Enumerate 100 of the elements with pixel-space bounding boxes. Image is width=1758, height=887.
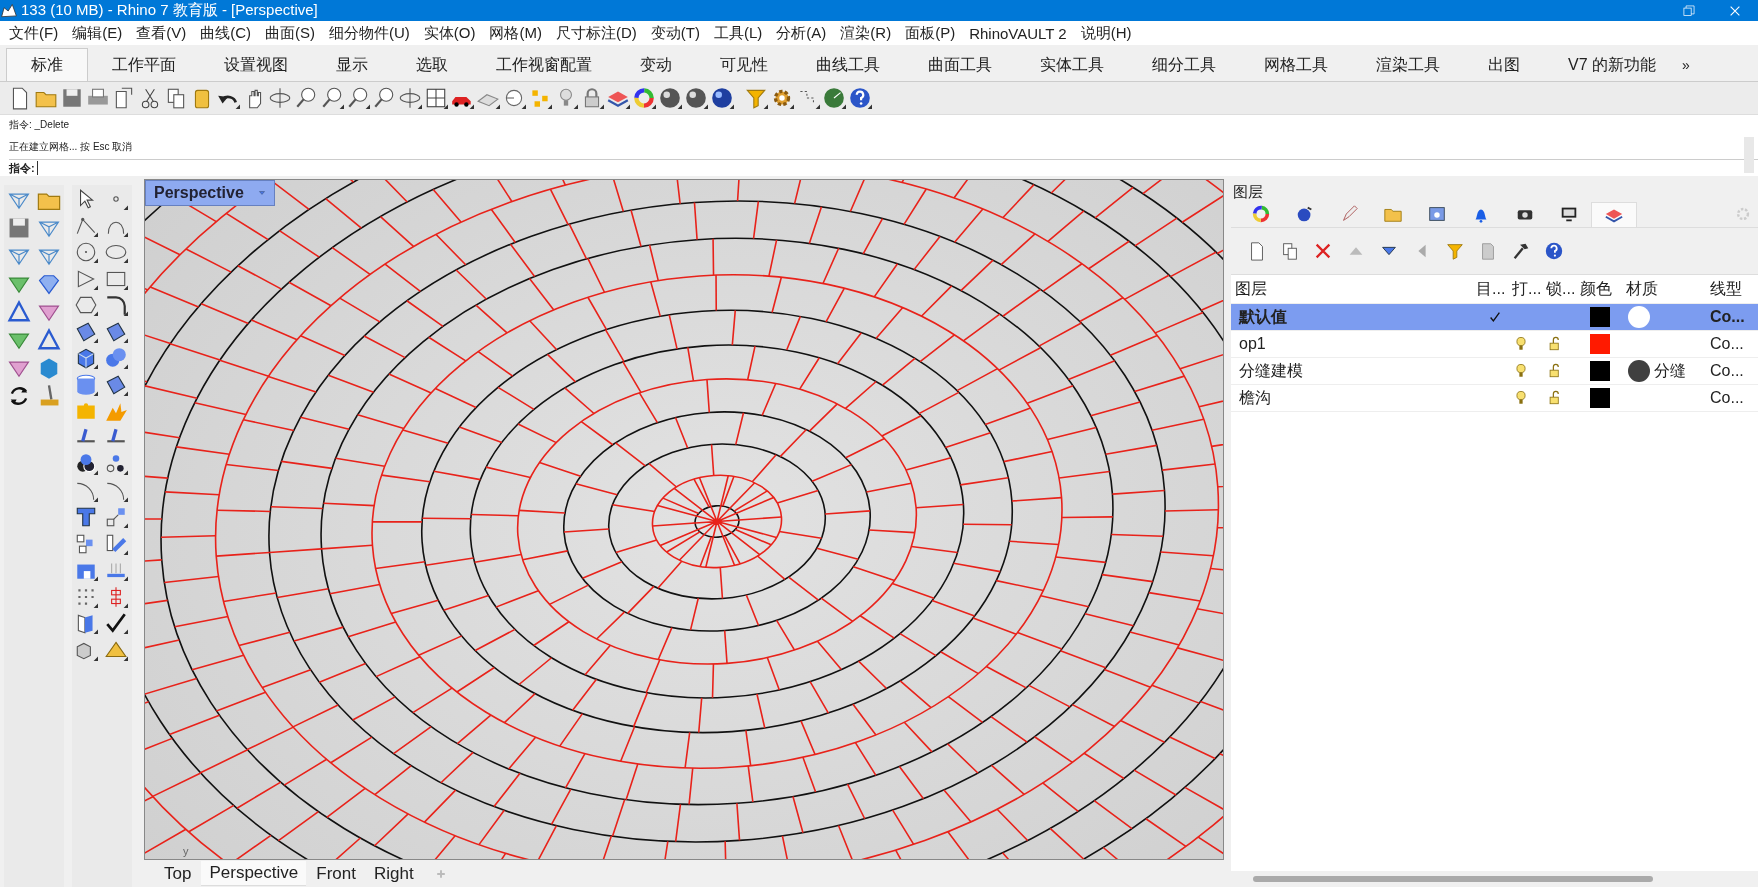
panel-title: 图层 [1232, 182, 1264, 201]
ribbon-tab[interactable]: 变动 [616, 49, 696, 81]
viewport[interactable]: Perspective y [144, 179, 1224, 860]
ribbon-tab[interactable]: 渲染工具 [1352, 49, 1464, 81]
copy-icon[interactable] [1280, 241, 1300, 261]
viewport-tab[interactable]: Top [156, 861, 200, 886]
zoom-icon[interactable] [294, 86, 318, 110]
menu-item[interactable]: 实体(O) [416, 23, 483, 43]
menu-item[interactable]: 细分物件(U) [322, 23, 417, 43]
viewport-tab[interactable]: Front [308, 861, 364, 886]
overflow-button[interactable]: » [1680, 49, 1690, 81]
scrollbar-thumb[interactable] [1253, 876, 1653, 882]
menu-item[interactable]: 变动(T) [643, 23, 707, 43]
menu-item[interactable]: 曲面(S) [258, 23, 322, 43]
points-icon[interactable] [104, 452, 128, 476]
column-header[interactable]: 颜色 [1576, 278, 1622, 300]
filter-icon[interactable] [1445, 241, 1465, 261]
app-logo-icon [0, 1, 18, 20]
linetype: Co... [1709, 335, 1745, 353]
fillet-icon[interactable] [104, 293, 128, 317]
ribbon-tab[interactable]: 工作视窗配置 [472, 49, 616, 81]
circle-icon[interactable] [74, 240, 98, 264]
zoom-selected-icon[interactable] [372, 86, 396, 110]
layer-row[interactable]: op1 Co... [1231, 331, 1758, 358]
menu-item[interactable]: 工具(L) [706, 23, 770, 43]
help-icon[interactable] [1544, 241, 1564, 261]
column-header[interactable]: 打... [1508, 278, 1542, 300]
layer-name: 默认值 [1237, 306, 1288, 327]
rotate-camera-icon[interactable] [398, 86, 422, 110]
layer-name: op1 [1238, 335, 1267, 353]
cylinder-icon[interactable] [74, 372, 98, 397]
ribbon-tab[interactable]: 网格工具 [1240, 49, 1352, 81]
ribbon-tab[interactable]: 细分工具 [1128, 49, 1240, 81]
material-swatch[interactable] [1628, 360, 1650, 382]
layer-name: 分缝建模 [1238, 360, 1304, 381]
ribbon-tab[interactable]: 出图 [1464, 49, 1544, 81]
material-name: 分缝 [1654, 360, 1686, 381]
menu-item[interactable]: 渲染(R) [833, 23, 899, 43]
layer-row[interactable]: 檐沟 Co... [1231, 385, 1758, 412]
ribbon-tab[interactable]: 可见性 [696, 49, 792, 81]
linetype: Co... [1709, 389, 1745, 407]
menu-item[interactable]: 查看(V) [129, 23, 194, 43]
ribbon-tab[interactable]: 曲面工具 [904, 49, 1016, 81]
command-history-line: 指令: _Delete [9, 118, 71, 132]
column-header[interactable]: 材质 [1622, 278, 1706, 300]
menu-item[interactable]: 分析(A) [769, 23, 834, 43]
menu-item[interactable]: 说明(H) [1073, 23, 1139, 43]
color-wheel-icon[interactable] [632, 86, 656, 110]
ribbon-tab[interactable]: 选取 [392, 49, 472, 81]
menu-item[interactable]: 曲线(C) [193, 23, 258, 43]
check-icon[interactable] [104, 611, 128, 635]
sphere-icon[interactable] [684, 86, 708, 110]
hammer-icon[interactable] [1511, 241, 1531, 261]
viewport-title[interactable]: Perspective [145, 180, 275, 206]
menu-item[interactable]: 文件(F) [2, 23, 66, 43]
layer-row[interactable]: 默认值 Co... [1231, 304, 1758, 331]
menu-item[interactable]: 网格(M) [482, 23, 549, 43]
linetype: Co... [1709, 308, 1746, 326]
column-header[interactable]: 锁... [1542, 278, 1576, 300]
color-swatch[interactable] [1590, 361, 1610, 381]
color-swatch[interactable] [1590, 388, 1610, 408]
menu-item[interactable]: RhinoVAULT 2 [962, 24, 1074, 42]
zoom-extents-icon[interactable] [346, 86, 370, 110]
ribbon-tab[interactable]: 显示 [312, 49, 392, 81]
viewport-tab[interactable]: Perspective [201, 861, 307, 886]
ribbon-tab[interactable]: 工作平面 [88, 49, 200, 81]
scale-icon[interactable] [104, 505, 128, 529]
globe-icon[interactable] [822, 86, 846, 110]
axis-label: y [183, 845, 189, 857]
color-swatch[interactable] [1590, 307, 1610, 327]
viewport-grid-icon[interactable] [424, 86, 448, 110]
layer-row[interactable]: 分缝建模 分缝 Co... [1231, 358, 1758, 385]
ribbon-tab[interactable]: 设置视图 [200, 49, 312, 81]
menu-item[interactable]: 面板(P) [898, 23, 963, 43]
ribbon-tab[interactable]: 实体工具 [1016, 49, 1128, 81]
delete-icon[interactable] [1313, 241, 1333, 261]
column-header[interactable]: 线型 [1706, 278, 1758, 300]
ribbon-tab[interactable]: 曲线工具 [792, 49, 904, 81]
save-icon[interactable] [60, 86, 84, 110]
ribbon-tab[interactable]: V7 的新功能 [1544, 49, 1680, 81]
material-swatch[interactable] [1628, 306, 1650, 328]
linetype: Co... [1709, 362, 1745, 380]
scrollbar[interactable] [1744, 137, 1754, 173]
zoom-window-icon[interactable] [320, 86, 344, 110]
restore-icon [1681, 2, 1697, 19]
command-prompt: 指令: [9, 160, 35, 176]
sphere-icon[interactable] [658, 86, 682, 110]
color-swatch[interactable] [1590, 334, 1610, 354]
menu-item[interactable]: 编辑(E) [65, 23, 130, 43]
sphere-icon[interactable] [710, 86, 734, 110]
column-header[interactable]: 图层 [1231, 278, 1472, 300]
window-title: 133 (10 MB) - Rhino 7 教育版 - [Perspective] [21, 1, 319, 20]
boolean-icon[interactable] [74, 452, 98, 476]
rotate-view-icon[interactable] [268, 86, 292, 110]
ribbon-tab[interactable]: 标准 [6, 48, 88, 81]
help-icon[interactable] [848, 86, 872, 110]
text-icon[interactable] [74, 505, 98, 529]
viewport-tab[interactable]: Right [365, 861, 422, 886]
column-header[interactable]: 目... [1472, 278, 1508, 300]
menu-item[interactable]: 尺寸标注(D) [549, 23, 644, 43]
